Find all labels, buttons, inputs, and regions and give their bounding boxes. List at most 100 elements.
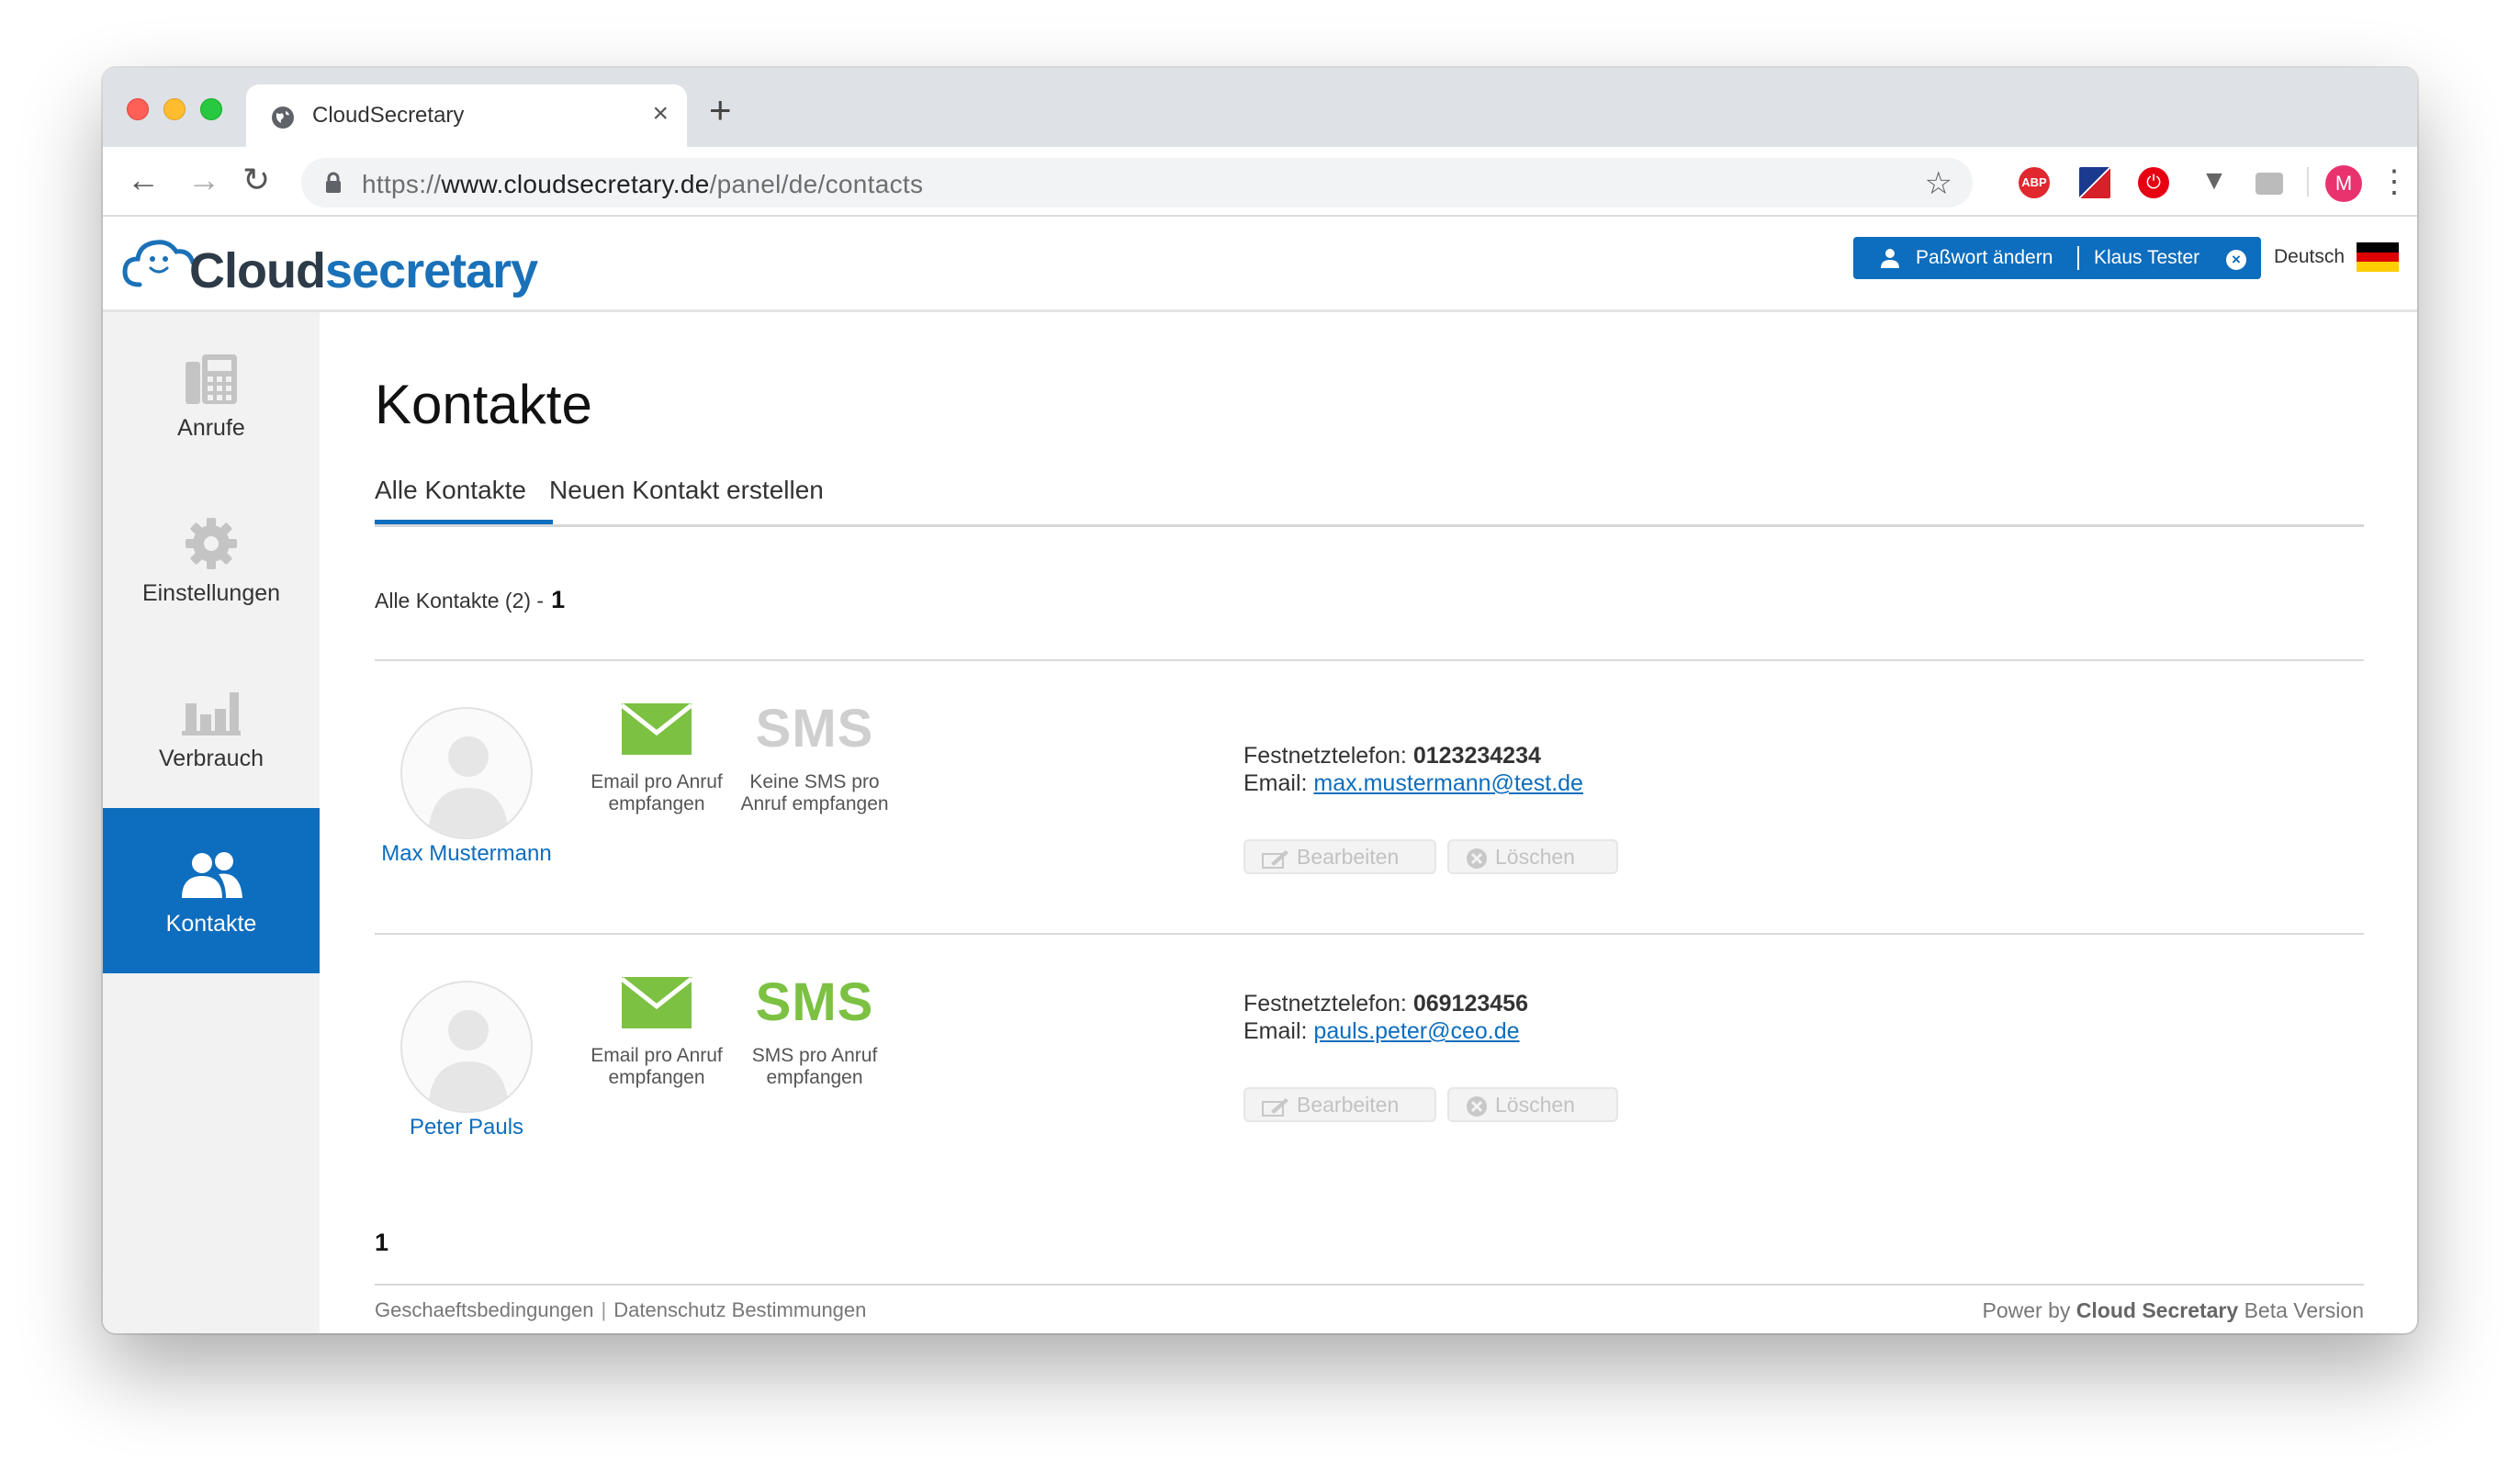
- cast-extension-icon[interactable]: [2256, 173, 2283, 195]
- email-label: Email:: [1243, 770, 1308, 796]
- phone-label: Festnetztelefon:: [1243, 991, 1407, 1016]
- sidebar-item-kontakte[interactable]: Kontakte: [103, 808, 320, 973]
- phone-icon: [186, 354, 237, 404]
- email-feature: Email pro Anruf empfangen: [579, 968, 735, 1089]
- browser-titlebar: CloudSecretary × +: [103, 68, 2417, 147]
- email-link[interactable]: max.mustermann@test.de: [1313, 770, 1583, 796]
- email-label: Email:: [1243, 1018, 1308, 1044]
- avatar: [400, 707, 533, 839]
- person-placeholder-icon: [428, 1010, 509, 1111]
- maximize-window-button[interactable]: [200, 98, 222, 120]
- email-link[interactable]: pauls.peter@ceo.de: [1313, 1018, 1519, 1044]
- sidebar-item-label: Anrufe: [177, 415, 245, 441]
- toolbar-divider: [2307, 167, 2309, 197]
- user-bar: Paßwort ändern Klaus Tester ×: [1853, 237, 2261, 279]
- edit-label: Bearbeiten: [1297, 1093, 1400, 1117]
- phone-label: Festnetztelefon:: [1243, 743, 1407, 769]
- delete-icon: [1467, 1095, 1487, 1117]
- footer-separator: |: [601, 1298, 607, 1321]
- sms-feature: SMS Keine SMS pro Anruf empfangen: [737, 694, 893, 815]
- sms-feature: SMS SMS pro Anruf empfangen: [737, 968, 893, 1089]
- avatar: [400, 981, 533, 1113]
- forward-icon[interactable]: →: [187, 160, 220, 200]
- sms-enabled-icon: SMS: [755, 972, 874, 1032]
- browser-window: CloudSecretary × + ← → ↻ https://www.clo…: [103, 68, 2417, 1333]
- delete-button[interactable]: Löschen: [1447, 1087, 1618, 1122]
- sidebar-item-anrufe[interactable]: Anrufe: [103, 312, 320, 477]
- edit-icon: [1262, 849, 1288, 869]
- contact-card: Peter Pauls Email pro Anruf empfangen SM…: [375, 935, 2364, 1207]
- user-name-link[interactable]: Klaus Tester: [2094, 247, 2199, 269]
- sms-disabled-icon: SMS: [755, 699, 874, 758]
- contact-details: Festnetztelefon: 069123456 Email: pauls.…: [1243, 990, 1528, 1045]
- envelope-icon: [620, 977, 693, 1028]
- userbar-divider: [2077, 246, 2079, 270]
- change-password-link[interactable]: Paßwort ändern: [1916, 247, 2053, 269]
- sidebar-item-label: Verbrauch: [159, 746, 264, 771]
- browser-tab[interactable]: CloudSecretary ×: [246, 84, 687, 147]
- german-flag-icon[interactable]: [2357, 242, 2399, 272]
- language-selector[interactable]: Deutsch: [2274, 246, 2345, 268]
- delete-label: Löschen: [1495, 1093, 1575, 1117]
- phone-value: 0123234234: [1412, 743, 1541, 769]
- url-text: https://www.cloudsecretary.de/panel/de/c…: [362, 170, 924, 198]
- footer-credit: Power by Cloud Secretary Beta Version: [1983, 1298, 2364, 1323]
- tab-new-contact[interactable]: Neuen Kontakt erstellen: [549, 476, 824, 505]
- lock-icon: [326, 172, 341, 193]
- page-title: Kontakte: [375, 374, 592, 435]
- privacy-link[interactable]: Datenschutz Bestimmungen: [613, 1298, 866, 1321]
- delete-button[interactable]: Löschen: [1447, 839, 1618, 874]
- back-icon[interactable]: ←: [127, 160, 160, 200]
- bookmark-star-icon[interactable]: ☆: [1925, 165, 1952, 202]
- main-content: Kontakte Alle Kontakte Neuen Kontakt ers…: [320, 312, 2417, 1333]
- browser-menu-icon[interactable]: ⋮: [2379, 163, 2410, 200]
- email-feature-label: Email pro Anruf empfangen: [591, 771, 723, 814]
- new-tab-button[interactable]: +: [709, 90, 732, 130]
- adblock-extension-icon[interactable]: ABP: [2019, 167, 2050, 198]
- sidebar-item-einstellungen[interactable]: Einstellungen: [103, 477, 320, 643]
- tab-all-contacts[interactable]: Alle Kontakte: [375, 476, 526, 505]
- contact-card: Max Mustermann Email pro Anruf empfangen…: [375, 661, 2364, 933]
- vee-extension-icon[interactable]: ▼: [2199, 167, 2230, 198]
- browser-toolbar: ← → ↻ https://www.cloudsecretary.de/pane…: [103, 147, 2417, 217]
- power-by-text: Power by: [1982, 1298, 2071, 1322]
- address-bar[interactable]: https://www.cloudsecretary.de/panel/de/c…: [301, 158, 1973, 208]
- edit-button[interactable]: Bearbeiten: [1243, 839, 1436, 874]
- edit-label: Bearbeiten: [1297, 845, 1400, 869]
- bar-chart-icon: [182, 692, 241, 736]
- email-feature-label: Email pro Anruf empfangen: [591, 1045, 723, 1088]
- cloudsecretary-logo[interactable]: Cloudsecretary: [121, 224, 538, 309]
- power-extension-icon[interactable]: ⏻: [2138, 167, 2169, 198]
- globe-icon: [272, 107, 294, 129]
- close-window-button[interactable]: [127, 98, 149, 120]
- person-placeholder-icon: [428, 736, 509, 837]
- minimize-window-button[interactable]: [163, 98, 186, 120]
- envelope-icon: [620, 703, 693, 755]
- pager-top-page-1[interactable]: 1: [551, 586, 565, 613]
- user-icon: [1881, 249, 1899, 268]
- sms-feature-label: SMS pro Anruf empfangen: [751, 1045, 878, 1088]
- flag-extension-icon[interactable]: [2079, 167, 2110, 198]
- phone-value: 069123456: [1412, 991, 1528, 1016]
- email-feature: Email pro Anruf empfangen: [579, 694, 735, 815]
- logout-icon[interactable]: ×: [2226, 250, 2246, 270]
- tab-close-icon[interactable]: ×: [652, 99, 669, 129]
- contact-name[interactable]: Max Mustermann: [375, 841, 558, 867]
- active-tab-indicator: [375, 520, 553, 524]
- contact-details: Festnetztelefon: 0123234234 Email: max.m…: [1243, 742, 1583, 797]
- sidebar-item-verbrauch[interactable]: Verbrauch: [103, 643, 320, 808]
- pager-bottom-page-1[interactable]: 1: [375, 1229, 388, 1257]
- logo-text: Cloudsecretary: [189, 243, 538, 298]
- sidebar-item-label: Einstellungen: [141, 580, 281, 606]
- profile-avatar[interactable]: M: [2325, 165, 2362, 202]
- summary-text: Alle Kontakte (2) -: [375, 589, 545, 612]
- reload-icon[interactable]: ↻: [242, 160, 270, 200]
- brand-text: Cloud Secretary: [2076, 1298, 2239, 1322]
- contact-name[interactable]: Peter Pauls: [375, 1115, 558, 1140]
- sidebar: Anrufe Einstellungen Verbrauch Kontakte: [103, 312, 320, 1333]
- edit-button[interactable]: Bearbeiten: [1243, 1087, 1436, 1122]
- contacts-icon: [182, 852, 242, 898]
- footer-links: Geschaeftsbedingungen | Datenschutz Bestim…: [375, 1298, 866, 1322]
- gear-icon: [186, 518, 237, 569]
- terms-link[interactable]: Geschaeftsbedingungen: [375, 1298, 594, 1321]
